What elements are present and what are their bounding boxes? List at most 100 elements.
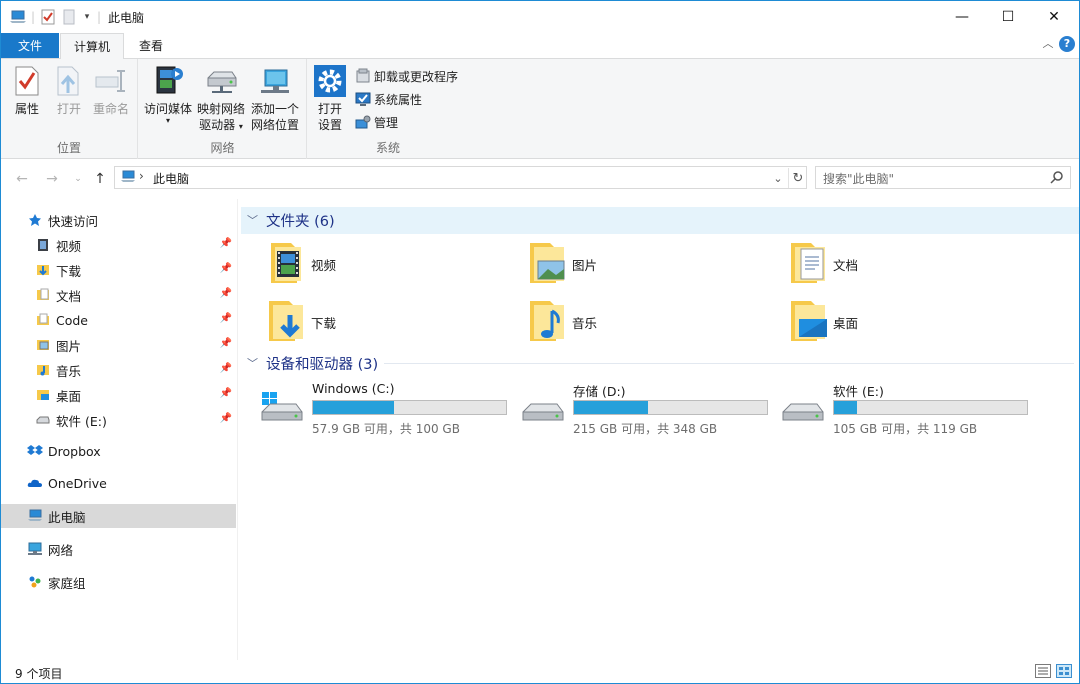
add-location-label-1: 添加一个 (250, 102, 299, 116)
search-input[interactable]: 搜索"此电脑" (815, 166, 1071, 189)
uninstall-label: 卸载或更改程序 (374, 69, 459, 84)
nav-network[interactable]: 网络 (1, 537, 236, 561)
maximize-icon: ☐ (1001, 8, 1015, 25)
drive-icon (781, 392, 825, 429)
documents-folder-icon (35, 287, 51, 303)
nav-item-desktop[interactable]: 桌面 📌 (1, 383, 236, 407)
nav-item-videos[interactable]: 视频 📌 (1, 233, 236, 257)
drive-free-space: 105 GB 可用，共 119 GB (833, 422, 978, 436)
open-label: 打开 (56, 102, 81, 116)
properties-quick-icon[interactable] (39, 7, 57, 27)
search-icon[interactable] (1050, 170, 1064, 187)
address-dropdown-icon[interactable]: ⌄ (769, 168, 787, 188)
open-settings-label-2: 设置 (317, 118, 342, 132)
ribbon-group-network: 访问媒体 ▾ 映射网络 驱动器 ▾ 添加一个 网络位置 网络 (139, 59, 307, 159)
pin-icon[interactable]: 📌 (220, 263, 232, 274)
media-icon (141, 63, 195, 99)
nav-homegroup-label: 家庭组 (48, 575, 86, 591)
details-view-icon[interactable] (1035, 664, 1051, 678)
open-settings-label-1: 打开 (317, 102, 342, 116)
nav-this-pc-label: 此电脑 (48, 509, 86, 525)
open-button[interactable]: 打开 (49, 63, 89, 117)
open-icon (49, 63, 89, 99)
close-button[interactable]: ✕ (1031, 1, 1077, 32)
nav-this-pc[interactable]: 此电脑 (1, 504, 236, 528)
downloads-folder-icon (265, 297, 309, 345)
folder-tile-desktop[interactable]: 桌面 (787, 297, 1037, 347)
search-placeholder: 搜索"此电脑" (823, 172, 895, 186)
new-folder-quick-icon[interactable] (60, 7, 78, 27)
folder-tile-videos[interactable]: 视频 (265, 239, 515, 289)
access-media-label: 访问媒体 (143, 102, 192, 116)
system-properties-button[interactable]: 系统属性 (355, 89, 422, 109)
folder-tile-downloads[interactable]: 下载 (265, 297, 515, 347)
pin-icon[interactable]: 📌 (220, 413, 232, 424)
rename-label: 重命名 (92, 102, 129, 116)
large-icons-view-icon[interactable] (1056, 664, 1072, 678)
drive-tile-c[interactable]: Windows (C:) 57.9 GB 可用，共 100 GB (260, 381, 520, 436)
nav-quick-access[interactable]: 快速访问 (1, 208, 236, 232)
customize-quick-access-icon[interactable]: ▾ (81, 7, 93, 27)
back-arrow-icon[interactable]: ← (13, 170, 31, 188)
folder-tile-music[interactable]: 音乐 (526, 297, 776, 347)
pin-icon[interactable]: 📌 (220, 313, 232, 324)
pin-icon[interactable]: 📌 (220, 238, 232, 249)
minimize-button[interactable]: — (939, 1, 985, 32)
pictures-folder-icon (526, 239, 570, 287)
folder-tile-pictures[interactable]: 图片 (526, 239, 776, 289)
address-bar[interactable]: › 此电脑 ⌄ ↻ (114, 166, 807, 189)
breadcrumb-this-pc[interactable]: 此电脑 (153, 170, 189, 187)
nav-onedrive[interactable]: OneDrive (1, 471, 236, 495)
desktop-folder-icon (35, 387, 51, 403)
pin-icon[interactable]: 📌 (220, 363, 232, 374)
nav-item-code[interactable]: Code 📌 (1, 308, 236, 332)
uninstall-program-button[interactable]: 卸载或更改程序 (355, 66, 458, 86)
manage-button[interactable]: 管理 (355, 112, 398, 132)
map-network-drive-button[interactable]: 映射网络 驱动器 ▾ (195, 63, 247, 135)
nav-item-label: 视频 (56, 238, 82, 254)
folder-tile-documents[interactable]: 文档 (787, 239, 1037, 289)
pin-icon[interactable]: 📌 (220, 338, 232, 349)
nav-item-music[interactable]: 音乐 📌 (1, 358, 236, 382)
network-drive-icon (195, 63, 247, 99)
drive-tile-e[interactable]: 软件 (E:) 105 GB 可用，共 119 GB (781, 382, 1041, 436)
pin-icon[interactable]: 📌 (220, 288, 232, 299)
this-pc-icon (120, 170, 136, 187)
title-bar: | ▾ | 此电脑 — ☐ ✕ (1, 1, 1079, 32)
dropdown-arrow-icon: ▾ (165, 116, 170, 125)
folder-label: 视频 (311, 258, 337, 273)
properties-button[interactable]: 属性 (7, 63, 47, 117)
tab-computer[interactable]: 计算机 (60, 33, 124, 59)
nav-item-documents[interactable]: 文档 📌 (1, 283, 236, 307)
tab-file[interactable]: 文件 (1, 33, 59, 58)
nav-item-drive-e[interactable]: 软件 (E:) 📌 (1, 408, 236, 432)
add-network-location-button[interactable]: 添加一个 网络位置 (247, 63, 303, 133)
nav-dropbox[interactable]: Dropbox (1, 439, 236, 463)
drive-free-space: 57.9 GB 可用，共 100 GB (312, 422, 460, 436)
refresh-icon[interactable]: ↻ (788, 168, 807, 188)
nav-item-downloads[interactable]: 下载 📌 (1, 258, 236, 282)
rename-button[interactable]: 重命名 (89, 63, 133, 117)
nav-homegroup[interactable]: 家庭组 (1, 570, 236, 594)
collapse-ribbon-icon[interactable]: ︿ (1041, 37, 1055, 51)
maximize-button[interactable]: ☐ (985, 1, 1031, 32)
ribbon-group-label: 系统 (375, 141, 400, 155)
drive-tile-d[interactable]: 存储 (D:) 215 GB 可用，共 348 GB (521, 382, 781, 436)
pin-icon[interactable]: 📌 (220, 388, 232, 399)
desktop-folder-icon (787, 297, 831, 345)
up-arrow-icon[interactable]: ↑ (91, 170, 109, 188)
devices-section-header[interactable]: ﹀ 设备和驱动器 (3) (247, 353, 378, 373)
forward-arrow-icon[interactable]: → (43, 170, 61, 188)
help-icon[interactable]: ? (1059, 36, 1075, 52)
content-pane: ﹀ 文件夹 (6) 视频 图片 文档 下载 音乐 桌面 ﹀ 设备和驱动器 (3)… (239, 199, 1079, 660)
navigation-pane: 快速访问 视频 📌 下载 📌 文档 📌 Code 📌 图片 📌 音乐 📌 桌面 … (1, 199, 238, 660)
computer-app-icon[interactable] (7, 7, 29, 27)
recent-locations-icon[interactable]: ⌄ (69, 170, 87, 188)
tab-view[interactable]: 查看 (127, 33, 175, 58)
folders-section-header[interactable]: ﹀ 文件夹 (6) (247, 210, 335, 230)
access-media-button[interactable]: 访问媒体 ▾ (141, 63, 195, 125)
nav-item-pictures[interactable]: 图片 📌 (1, 333, 236, 357)
open-settings-button[interactable]: 打开 设置 (312, 63, 348, 133)
nav-item-label: 图片 (56, 338, 82, 354)
breadcrumb-chevron-icon[interactable]: › (139, 169, 144, 183)
